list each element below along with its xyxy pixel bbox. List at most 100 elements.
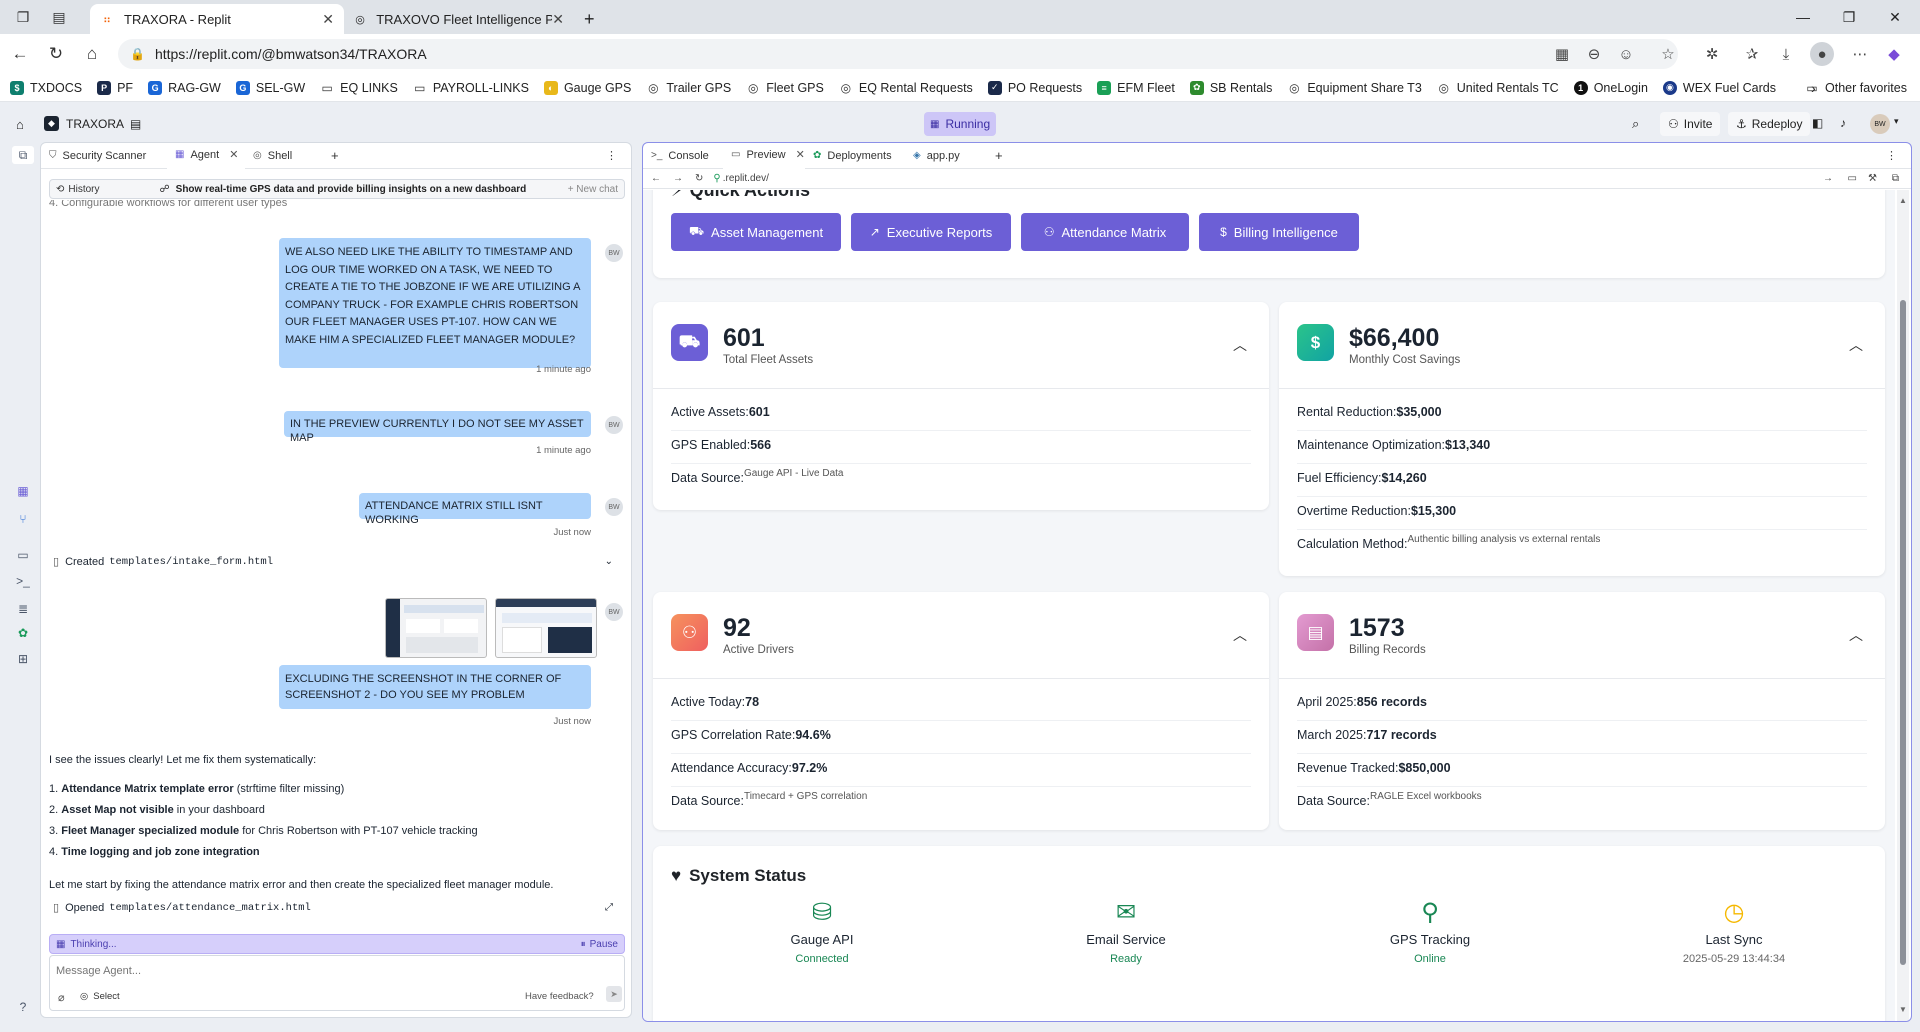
asset-management-button[interactable]: ⛟ Asset Management [671, 213, 841, 251]
more-icon[interactable]: ⋯ [1848, 42, 1872, 66]
chevron-down-icon[interactable]: ▾ [1894, 116, 1899, 127]
help-icon[interactable]: ? [12, 998, 34, 1016]
chevron-up-icon[interactable]: ︿ [1233, 625, 1247, 645]
favorite-efm-fleet[interactable]: ≡ EFM Fleet [1097, 80, 1175, 95]
shell-icon[interactable]: >_ [12, 572, 34, 590]
chevron-up-icon[interactable]: ︿ [1849, 335, 1863, 355]
downloads-icon[interactable]: ⤓ [1774, 42, 1798, 66]
tab-app-py[interactable]: ◈ app.py [905, 143, 987, 169]
tab-agent[interactable]: ▦ Agent ✕ [167, 143, 245, 169]
preview-icon[interactable]: ▭ [12, 546, 34, 564]
favorite-fleet-gps[interactable]: ◎ Fleet GPS [746, 81, 824, 95]
scroll-up-icon[interactable]: ▲ [1899, 196, 1907, 205]
favorite-onelogin[interactable]: 1 OneLogin [1573, 80, 1648, 95]
executive-reports-button[interactable]: ↗ Executive Reports [851, 213, 1011, 251]
home-icon[interactable]: ⌂ [74, 38, 110, 70]
invite-button[interactable]: ⚇ Invite [1660, 112, 1721, 136]
preview-url[interactable]: ⚲ .replit.dev/ [713, 173, 768, 184]
agent-icon[interactable]: ▦ [12, 482, 34, 500]
favorite-txdocs[interactable]: $ TXDOCS [10, 80, 82, 95]
redeploy-button[interactable]: ⚓ Redeploy [1728, 112, 1811, 136]
back-icon[interactable]: ← [651, 173, 661, 184]
expand-icon[interactable]: ⤢ [605, 902, 613, 913]
favorite-eq-links[interactable]: ▭ EQ LINKS [320, 81, 398, 95]
other-favorites[interactable]: ▭ Other favorites [1805, 81, 1907, 95]
favorite-rag-gw[interactable]: G RAG-GW [148, 80, 221, 95]
files-icon[interactable]: ⧉ [12, 146, 34, 164]
browser-tab-traxovo[interactable]: ◎ TRAXOVO Fleet Intelligence Platfo ✕ [344, 4, 574, 34]
zoom-icon[interactable]: ⊖ [1582, 42, 1606, 66]
tab-shell[interactable]: ◎ Shell [245, 143, 323, 169]
deployments-icon[interactable]: ✿ [12, 624, 34, 642]
favorite-wex-fuel-cards[interactable]: ◉ WEX Fuel Cards [1662, 80, 1776, 95]
feedback-link[interactable]: Have feedback? [525, 991, 594, 1002]
workspaces-icon[interactable]: ❐ [12, 6, 34, 28]
tab-security-scanner[interactable]: ⛉ Security Scanner [41, 143, 167, 169]
tab-deployments[interactable]: ✿ Deployments [805, 143, 905, 169]
open-external-icon[interactable]: ⧉ [1892, 173, 1899, 184]
minimize-icon[interactable]: — [1780, 0, 1826, 34]
reader-icon[interactable]: ▦ [1550, 42, 1574, 66]
favorite-pf[interactable]: P PF [97, 80, 133, 95]
attendance-matrix-button[interactable]: ⚇ Attendance Matrix [1021, 213, 1189, 251]
search-icon[interactable]: ⌕ [1632, 116, 1639, 132]
favorite-sb-rentals[interactable]: ✿ SB Rentals [1189, 80, 1272, 95]
chat-title[interactable]: ☍ Show real-time GPS data and provide bil… [160, 184, 527, 195]
history-button[interactable]: ⟲ History [56, 184, 100, 195]
devtools-icon[interactable]: ▭ [1848, 173, 1857, 184]
created-file-row[interactable]: ▯ Created templates/intake_form.html ⌄ [53, 555, 613, 569]
url-field[interactable]: 🔒 https://replit.com/@bmwatson34/TRAXORA [118, 39, 1678, 69]
refresh-icon[interactable]: ↻ [695, 173, 703, 184]
project-db-icon[interactable]: ▤ [130, 117, 141, 131]
more-icon[interactable]: ⋮ [598, 143, 625, 169]
new-chat-button[interactable]: + New chat [568, 184, 618, 195]
go-icon[interactable]: → [1823, 173, 1833, 184]
preview-scrollbar[interactable]: ▲ ▼ [1897, 190, 1909, 1021]
favorite-united-rentals[interactable]: ◎ United Rentals TC [1437, 81, 1559, 95]
favorite-gauge-gps[interactable]: ◐ Gauge GPS [543, 80, 631, 95]
database-icon[interactable]: ≣ [12, 600, 34, 618]
close-tab-icon[interactable]: ✕ [229, 148, 238, 161]
pause-button[interactable]: ⏸ Pause [581, 939, 618, 950]
project-name[interactable]: ◆ TRAXORA [44, 116, 124, 131]
user-avatar[interactable]: BW [1870, 114, 1890, 134]
refresh-icon[interactable]: ↻ [38, 38, 74, 70]
more-icon[interactable]: ⋮ [1878, 143, 1905, 169]
copilot-icon[interactable]: ◆ [1882, 42, 1906, 66]
back-icon[interactable]: ← [2, 38, 38, 70]
browser-tab-traxora[interactable]: ⠶ TRAXORA - Replit ✕ [90, 4, 344, 34]
collections-icon[interactable]: ✰ [1740, 42, 1764, 66]
chevron-up-icon[interactable]: ︿ [1233, 335, 1247, 355]
favorite-trailer-gps[interactable]: ◎ Trailer GPS [646, 81, 731, 95]
tools-icon[interactable]: ⚒ [1868, 173, 1877, 184]
new-tab-button[interactable]: + [574, 4, 605, 34]
favorite-eq-rental-requests[interactable]: ◎ EQ Rental Requests [839, 81, 973, 95]
add-tab-icon[interactable]: + [323, 143, 347, 169]
layout-icon[interactable]: ◧ [1812, 116, 1823, 130]
favorite-star-icon[interactable]: ☆ [1656, 42, 1680, 66]
git-icon[interactable]: ⑂ [12, 510, 34, 528]
vertical-tabs-icon[interactable]: ▤ [48, 6, 70, 28]
scroll-down-icon[interactable]: ▼ [1899, 1005, 1907, 1014]
chevron-up-icon[interactable]: ︿ [1849, 625, 1863, 645]
profile-icon[interactable]: ● [1810, 42, 1834, 66]
send-icon[interactable]: ➤ [606, 986, 622, 1002]
tab-console[interactable]: >_ Console [643, 143, 723, 169]
opened-file-row[interactable]: ▯ Opened templates/attendance_matrix.htm… [53, 901, 613, 915]
attach-icon[interactable]: ⌀ [58, 991, 65, 1004]
scrollbar-thumb[interactable] [1900, 300, 1906, 965]
running-indicator[interactable]: ▦ Running [924, 112, 997, 136]
extensions-menu-icon[interactable]: ☺ [1614, 42, 1638, 66]
home-icon[interactable]: ⌂ [16, 117, 24, 132]
forward-icon[interactable]: → [673, 173, 683, 184]
message-agent-input[interactable] [56, 961, 616, 981]
favorite-equipment-share[interactable]: ◎ Equipment Share T3 [1287, 81, 1422, 95]
favorite-po-requests[interactable]: ✓ PO Requests [987, 80, 1082, 95]
favorite-sel-gw[interactable]: G SEL-GW [235, 80, 305, 95]
close-tab-icon[interactable]: ✕ [796, 148, 805, 161]
extensions-icon[interactable]: ✲ [1700, 42, 1724, 66]
tab-preview[interactable]: ▭ Preview ✕ [723, 143, 805, 169]
apps-grid-icon[interactable]: ⊞ [12, 650, 34, 668]
bell-icon[interactable]: ♪ [1840, 116, 1846, 130]
close-tab-icon[interactable]: ✕ [322, 11, 334, 28]
